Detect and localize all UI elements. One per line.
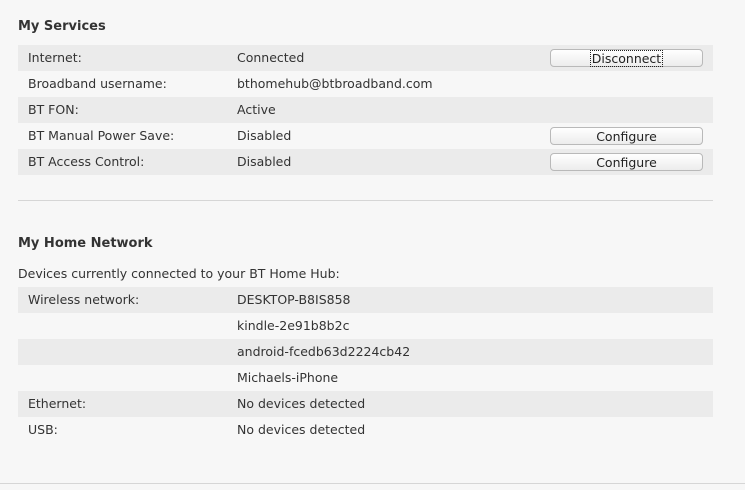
service-value-bt-fon: Active: [237, 102, 276, 117]
network-label-wireless: Wireless network:: [28, 292, 140, 307]
service-value-access-control: Disabled: [237, 154, 292, 169]
network-label-ethernet: Ethernet:: [28, 396, 87, 411]
network-intro-text: Devices currently connected to your BT H…: [18, 266, 340, 281]
configure-access-control-label: Configure: [596, 154, 657, 170]
bottom-border: [0, 483, 745, 484]
network-label-usb: USB:: [28, 422, 58, 437]
service-value-username: bthomehub@btbroadband.com: [237, 76, 433, 91]
network-device-4: Michaels-iPhone: [237, 370, 339, 385]
section-divider: [18, 200, 713, 201]
configure-access-control-button[interactable]: Configure: [550, 153, 703, 171]
disconnect-button[interactable]: Disconnect: [550, 49, 703, 67]
configure-power-save-button[interactable]: Configure: [550, 127, 703, 145]
services-section-title: My Services: [18, 19, 106, 34]
network-value-usb: No devices detected: [237, 422, 366, 437]
configure-power-save-label: Configure: [596, 128, 657, 144]
network-row-device-4: Michaels-iPhone: [18, 365, 713, 391]
service-row-username: Broadband username: bthomehub@btbroadban…: [18, 71, 713, 97]
service-label-internet: Internet:: [28, 50, 82, 65]
service-row-power-save: BT Manual Power Save: Disabled Configure: [18, 123, 713, 149]
network-row-usb: USB: No devices detected: [18, 417, 713, 443]
network-row-device-2: kindle-2e91b8b2c: [18, 313, 713, 339]
network-row-device-3: android-fcedb63d2224cb42: [18, 339, 713, 365]
network-row-wireless: Wireless network: DESKTOP-B8IS858: [18, 287, 713, 313]
network-row-ethernet: Ethernet: No devices detected: [18, 391, 713, 417]
service-value-power-save: Disabled: [237, 128, 292, 143]
network-value-ethernet: No devices detected: [237, 396, 366, 411]
service-label-username: Broadband username:: [28, 76, 167, 91]
service-label-power-save: BT Manual Power Save:: [28, 128, 175, 143]
services-table: Internet: Connected Disconnect Broadband…: [18, 45, 713, 175]
network-device-1: DESKTOP-B8IS858: [237, 292, 351, 307]
service-row-access-control: BT Access Control: Disabled Configure: [18, 149, 713, 175]
service-row-internet: Internet: Connected Disconnect: [18, 45, 713, 71]
service-value-internet: Connected: [237, 50, 305, 65]
network-section-title: My Home Network: [18, 236, 153, 251]
network-device-3: android-fcedb63d2224cb42: [237, 344, 411, 359]
disconnect-button-label: Disconnect: [589, 49, 664, 67]
network-device-2: kindle-2e91b8b2c: [237, 318, 350, 333]
service-label-bt-fon: BT FON:: [28, 102, 79, 117]
service-label-access-control: BT Access Control:: [28, 154, 145, 169]
network-table: Wireless network: DESKTOP-B8IS858 kindle…: [18, 287, 713, 443]
service-row-bt-fon: BT FON: Active: [18, 97, 713, 123]
